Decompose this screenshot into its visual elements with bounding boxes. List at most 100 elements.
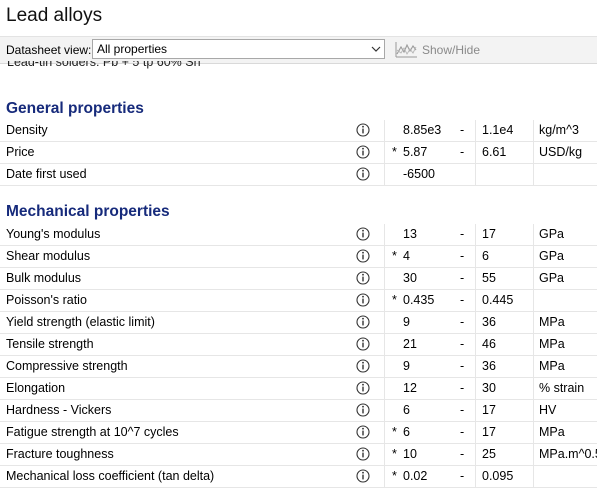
column-divider: [533, 224, 534, 245]
value-unit: MPa: [539, 425, 565, 439]
value-low: 9: [403, 315, 410, 329]
column-divider: [533, 466, 534, 487]
column-divider: [475, 246, 476, 267]
value-unit: kg/m^3: [539, 123, 579, 137]
column-divider: [475, 378, 476, 399]
property-name: Poisson's ratio: [6, 293, 87, 307]
info-icon[interactable]: [356, 381, 370, 395]
column-divider: [384, 444, 385, 465]
column-divider: [475, 268, 476, 289]
info-icon[interactable]: [356, 123, 370, 137]
estimated-marker: *: [392, 425, 397, 439]
range-separator: -: [460, 227, 465, 241]
property-row: Date first used -6500: [0, 164, 597, 186]
column-divider: [533, 334, 534, 355]
column-divider: [475, 120, 476, 141]
section-title: General properties: [6, 100, 144, 117]
property-name: Tensile strength: [6, 337, 94, 351]
show-hide-label: Show/Hide: [422, 43, 481, 57]
value-high: 36: [482, 359, 496, 373]
value-low: 9: [403, 359, 410, 373]
info-icon[interactable]: [356, 145, 370, 159]
column-divider: [475, 422, 476, 443]
section-title: Mechanical properties: [6, 203, 170, 220]
range-separator: -: [460, 315, 465, 329]
range-separator: -: [460, 249, 465, 263]
info-icon[interactable]: [356, 425, 370, 439]
column-divider: [384, 422, 385, 443]
estimated-marker: *: [392, 293, 397, 307]
property-row: Tensile strength 21 - 46 MPa: [0, 334, 597, 356]
column-divider: [533, 120, 534, 141]
estimated-marker: *: [392, 145, 397, 159]
column-divider: [475, 400, 476, 421]
property-row: Fracture toughness * 10 - 25 MPa.m^0.5: [0, 444, 597, 466]
value-low: -6500: [403, 167, 435, 181]
column-divider: [475, 164, 476, 185]
value-low: 0.435: [403, 293, 435, 307]
value-unit: HV: [539, 403, 557, 417]
range-separator: -: [460, 469, 465, 483]
column-divider: [475, 290, 476, 311]
range-separator: -: [460, 293, 465, 307]
column-divider: [384, 378, 385, 399]
value-unit: MPa: [539, 337, 565, 351]
datasheet-view-value: All properties: [97, 42, 168, 56]
column-divider: [384, 334, 385, 355]
column-divider: [533, 422, 534, 443]
value-unit: GPa: [539, 271, 565, 285]
info-icon[interactable]: [356, 315, 370, 329]
property-name: Elongation: [6, 381, 66, 395]
info-icon[interactable]: [356, 359, 370, 373]
info-icon[interactable]: [356, 403, 370, 417]
column-divider: [533, 164, 534, 185]
property-list: Young's modulus 13 - 17 GPa Shear modulus * 4 - 6…: [0, 224, 597, 488]
info-icon[interactable]: [356, 167, 370, 181]
column-divider: [384, 164, 385, 185]
property-name: Fatigue strength at 10^7 cycles: [6, 425, 179, 439]
value-high: 6: [482, 249, 489, 263]
column-divider: [475, 334, 476, 355]
property-name: Bulk modulus: [6, 271, 82, 285]
value-low: 12: [403, 381, 417, 395]
property-name: Mechanical loss coefficient (tan delta): [6, 469, 215, 483]
value-low: 0.02: [403, 469, 428, 483]
info-icon[interactable]: [356, 271, 370, 285]
property-name: Shear modulus: [6, 249, 91, 263]
column-divider: [384, 268, 385, 289]
datasheet-view-select[interactable]: All properties: [92, 39, 385, 59]
column-divider: [384, 356, 385, 377]
chevron-down-icon: [371, 46, 381, 52]
column-divider: [533, 246, 534, 267]
datasheet-view-label: Datasheet view:: [6, 43, 92, 57]
value-high: 36: [482, 315, 496, 329]
column-divider: [384, 246, 385, 267]
property-row: Compressive strength 9 - 36 MPa: [0, 356, 597, 378]
column-divider: [475, 466, 476, 487]
range-separator: -: [460, 425, 465, 439]
value-unit: GPa: [539, 227, 565, 241]
property-name: Hardness - Vickers: [6, 403, 112, 417]
column-divider: [533, 142, 534, 163]
info-icon[interactable]: [356, 227, 370, 241]
info-icon[interactable]: [356, 249, 370, 263]
property-list: Density 8.85e3 - 1.1e4 kg/m^3 Price * 5.87 - 6.61…: [0, 120, 597, 186]
value-high: 17: [482, 227, 496, 241]
value-unit: MPa.m^0.5: [539, 447, 597, 461]
value-unit: MPa: [539, 359, 565, 373]
column-divider: [533, 312, 534, 333]
info-icon[interactable]: [356, 447, 370, 461]
info-icon[interactable]: [356, 469, 370, 483]
property-row: Mechanical loss coefficient (tan delta) *…: [0, 466, 597, 488]
window-titlebar: Lead alloys: [0, 0, 597, 37]
info-icon[interactable]: [356, 293, 370, 307]
range-separator: -: [460, 447, 465, 461]
range-separator: -: [460, 271, 465, 285]
info-icon[interactable]: [356, 337, 370, 351]
value-low: 5.87: [403, 145, 428, 159]
column-divider: [475, 142, 476, 163]
property-name: Density: [6, 123, 48, 137]
column-divider: [475, 224, 476, 245]
range-separator: -: [460, 145, 465, 159]
property-row: Shear modulus * 4 - 6 GPa: [0, 246, 597, 268]
